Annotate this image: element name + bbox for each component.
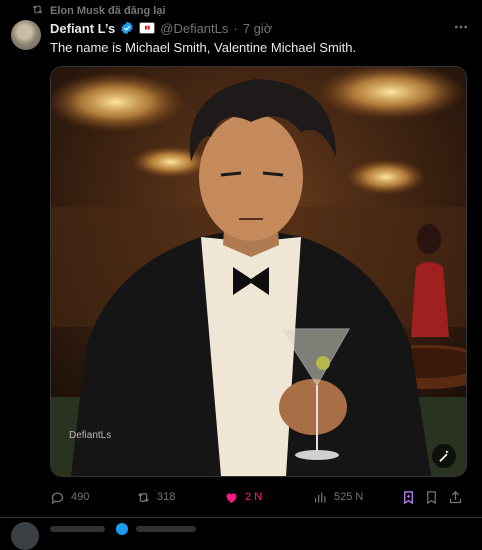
tweet-text: The name is Michael Smith, Valentine Mic…	[50, 40, 357, 55]
grok-icon	[404, 490, 413, 504]
avatar[interactable]	[11, 20, 41, 50]
like-count: 2 N	[245, 491, 263, 503]
sparkle-edit-icon	[439, 450, 449, 462]
more-options-button[interactable]	[451, 20, 471, 34]
action-bar: 490 318 2 N 525 N	[50, 487, 465, 507]
image-edit-button[interactable]	[432, 444, 456, 468]
more-horizontal-icon	[455, 25, 467, 29]
reply-count: 490	[71, 491, 90, 503]
verified-badge-icon[interactable]	[120, 21, 134, 35]
views-button[interactable]: 525 N	[313, 487, 363, 507]
next-tweet-avatar[interactable]	[11, 522, 39, 550]
bookmark-button[interactable]	[424, 487, 439, 507]
next-tweet-name-placeholder	[50, 526, 105, 532]
views-count: 525 N	[334, 491, 364, 503]
repost-icon	[31, 3, 44, 19]
repost-indicator[interactable]: Elon Musk đã đăng lại	[31, 4, 166, 18]
next-tweet-verified-icon	[116, 523, 128, 535]
views-chart-icon	[314, 492, 326, 502]
next-tweet-handle-placeholder	[136, 526, 196, 532]
repost-count: 318	[157, 491, 176, 503]
tweet-media[interactable]: DefiantLs	[50, 66, 467, 477]
repost-button[interactable]: 318	[136, 487, 175, 507]
share-button[interactable]	[448, 487, 463, 507]
heart-icon	[226, 492, 237, 503]
repost-label: Elon Musk đã đăng lại	[50, 5, 166, 17]
repost-icon	[138, 492, 149, 502]
reply-icon	[51, 492, 64, 504]
share-icon	[449, 490, 462, 503]
image-watermark: DefiantLs	[69, 430, 112, 441]
tweet-image	[51, 67, 466, 476]
tweet-header: Defiant L’s ▮▮ @DefiantLs · 7 giờ	[50, 20, 272, 36]
post-time[interactable]: 7 giờ	[243, 21, 273, 36]
separator-dot: ·	[233, 20, 238, 36]
affiliate-badge-icon[interactable]: ▮▮	[139, 22, 156, 34]
author-handle[interactable]: @DefiantLs	[160, 21, 228, 36]
like-button[interactable]: 2 N	[224, 487, 262, 507]
display-name[interactable]: Defiant L’s	[50, 21, 115, 36]
bookmark-icon	[427, 490, 436, 504]
reply-button[interactable]: 490	[50, 487, 89, 507]
grok-button[interactable]	[401, 487, 416, 507]
